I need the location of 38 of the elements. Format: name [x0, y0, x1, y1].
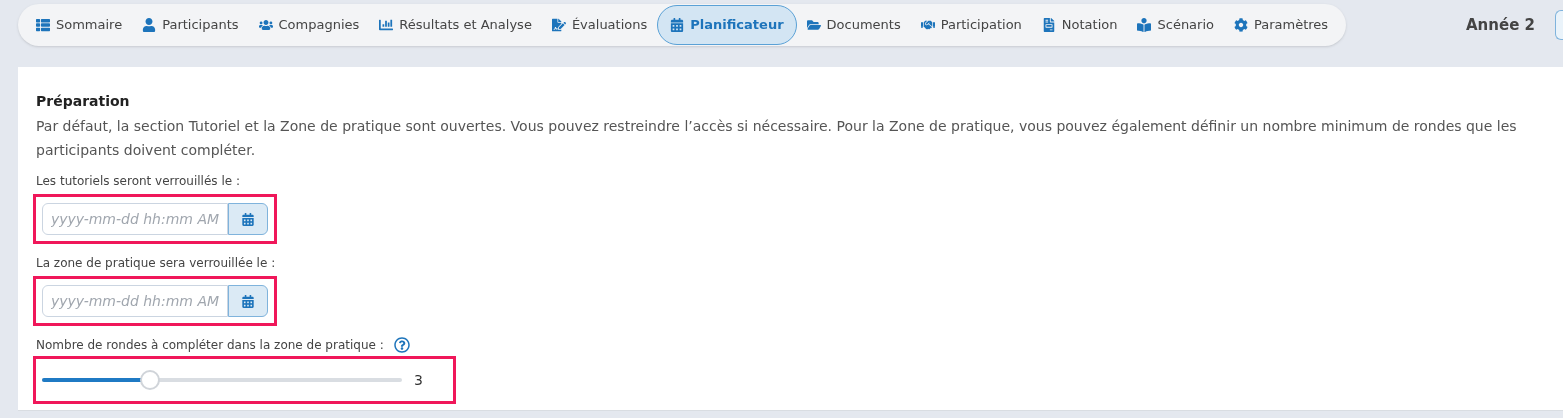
document-check-icon [1041, 18, 1056, 32]
section-title: Préparation [36, 92, 131, 111]
field-label: La zone de pratique sera verrouillée le : [36, 255, 277, 272]
list-icon [36, 18, 50, 32]
nav-tab[interactable]: Évaluations [541, 5, 658, 45]
handshake-icon [920, 18, 935, 32]
bar-chart-icon [379, 18, 394, 32]
calendar-button[interactable] [228, 203, 268, 235]
calendar-button[interactable] [228, 285, 268, 317]
calendar-icon [242, 294, 254, 308]
people-icon [258, 18, 273, 32]
nav-tab[interactable]: Sommaire [26, 5, 133, 45]
settings-icon [1234, 18, 1248, 32]
nav-tab[interactable]: Participation [910, 5, 1032, 45]
date-field[interactable]: yyyy-mm-dd hh:mm AM [42, 203, 228, 235]
person-icon [142, 18, 157, 32]
reader-icon [1137, 18, 1152, 32]
nav-tab[interactable]: Compagnies [248, 5, 370, 45]
year-label: Année 2 [1466, 14, 1535, 36]
help-icon [393, 337, 410, 353]
nav-tab[interactable]: Résultats et Analyse [369, 5, 542, 45]
date-field[interactable]: yyyy-mm-dd hh:mm AM [42, 285, 228, 317]
folder-icon [806, 18, 821, 32]
section-description: Par défaut, la section Tutoriel et la Zone de pratique sont ouvertes. Vous pouvez restreindre l’accès si nécessaire. Pour la Zone de pratique, vous pouvez également définir un nombre minimum de rondes que les participants doivent compléter. [36, 117, 1518, 160]
nav-tab[interactable]: Notation [1031, 5, 1128, 45]
field-label: Les tutoriels seront verrouillés le : [36, 173, 241, 190]
nav-tab[interactable]: Planificateur [657, 5, 797, 45]
nav-tab[interactable]: Paramètres [1224, 5, 1339, 45]
nav-tab[interactable]: Documents [796, 5, 911, 45]
field-label: Nombre de rondes à compléter dans la zone de pratique : [36, 337, 384, 354]
slider-value: 3 [414, 370, 423, 390]
nav-tab[interactable]: Scénario [1127, 5, 1224, 45]
nav-tab[interactable]: Participants [132, 5, 249, 45]
slider-thumb[interactable] [140, 370, 160, 390]
calendar-icon [242, 212, 254, 226]
calendar-icon [670, 18, 685, 32]
slider[interactable] [42, 370, 402, 390]
document-edit-icon [551, 18, 566, 32]
